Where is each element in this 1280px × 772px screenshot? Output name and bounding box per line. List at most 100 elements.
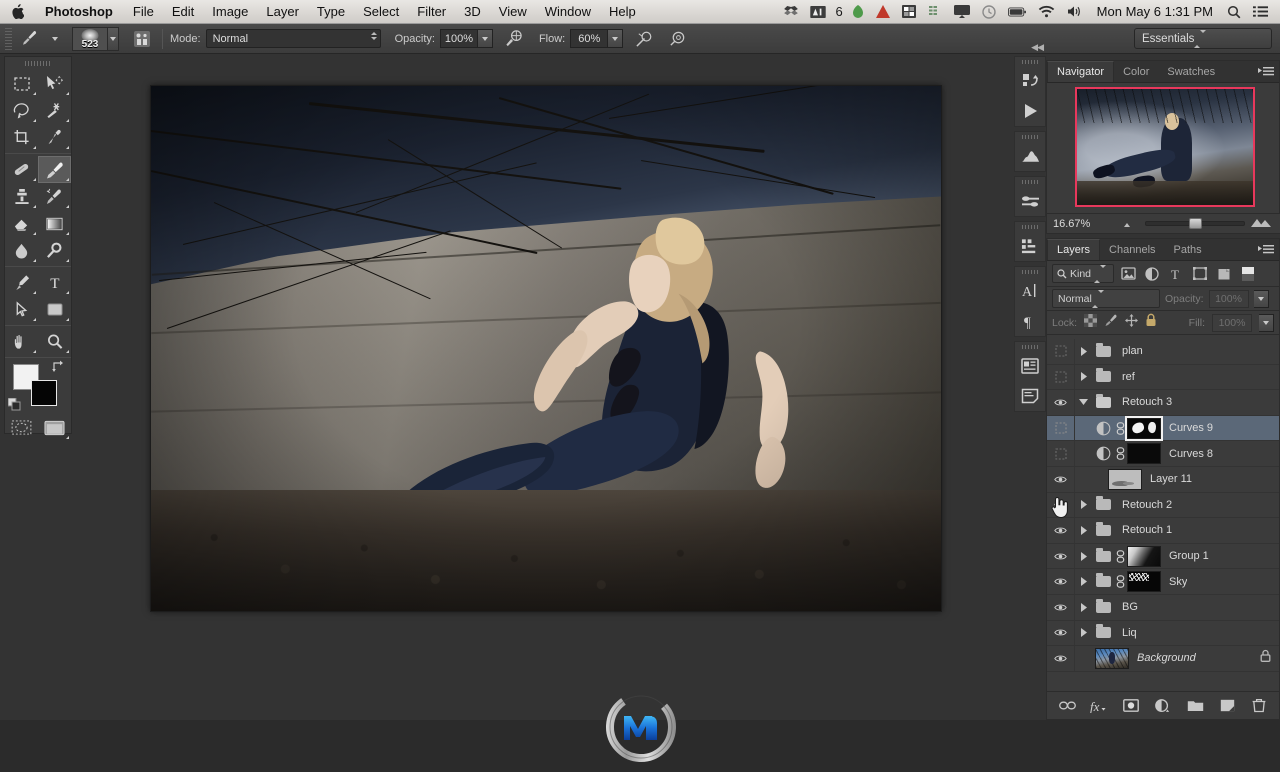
lasso-tool[interactable] — [5, 97, 38, 124]
layer-row-liq[interactable]: Liq — [1047, 620, 1279, 647]
filter-pixel-icon[interactable] — [1118, 264, 1138, 283]
dock-grip[interactable] — [1015, 132, 1045, 141]
layer-mask-link-icon[interactable] — [1114, 421, 1127, 435]
layer-row-bg[interactable]: BG — [1047, 594, 1279, 621]
group-mask-thumbnail[interactable] — [1127, 571, 1161, 593]
dock-grip[interactable] — [1015, 267, 1045, 276]
swap-colors-icon[interactable] — [52, 360, 65, 375]
background-color-swatch[interactable] — [31, 380, 57, 406]
filter-adjustment-icon[interactable] — [1142, 264, 1162, 283]
brush-preset-swatch[interactable]: 523 — [72, 26, 108, 51]
eraser-tool[interactable] — [5, 210, 38, 237]
zoom-in-icon[interactable] — [1249, 215, 1273, 233]
menu-layer[interactable]: Layer — [257, 0, 308, 24]
menu-view[interactable]: View — [490, 0, 536, 24]
delete-layer-icon[interactable] — [1250, 697, 1268, 715]
equalizer-icon[interactable] — [922, 0, 948, 24]
history-brush-tool[interactable] — [38, 183, 71, 210]
group-expand-arrow[interactable] — [1075, 372, 1092, 382]
workspace-select[interactable]: Essentials — [1134, 28, 1272, 49]
toggle-brush-panel-icon[interactable] — [129, 28, 155, 50]
adjustment-layer-icon[interactable] — [1154, 697, 1172, 715]
menu-filter[interactable]: Filter — [408, 0, 455, 24]
layer-opacity-dropdown[interactable] — [1253, 289, 1269, 308]
group-expand-arrow[interactable] — [1075, 577, 1092, 587]
layer-visibility-toggle[interactable] — [1047, 620, 1075, 646]
add-mask-icon[interactable] — [1122, 697, 1140, 715]
navigator-zoom-value[interactable]: 16.67% — [1047, 218, 1109, 230]
layer-name[interactable]: Liq — [1114, 627, 1137, 639]
healing-brush-tool[interactable] — [5, 156, 38, 183]
layer-fill-dropdown[interactable] — [1259, 313, 1274, 332]
menu-clock[interactable]: Mon May 6 1:31 PM — [1089, 4, 1221, 19]
layer-visibility-toggle[interactable] — [1047, 364, 1075, 390]
layer-row-curves-8[interactable]: Curves 8 — [1047, 441, 1279, 467]
layer-kind-filter[interactable]: Kind — [1052, 264, 1114, 283]
layer-visibility-toggle[interactable] — [1047, 569, 1075, 594]
navigator-panel-menu-icon[interactable] — [1258, 66, 1274, 77]
layer-name[interactable]: ref — [1114, 371, 1135, 383]
menu-file[interactable]: File — [124, 0, 163, 24]
actions-icon[interactable] — [1015, 96, 1045, 126]
styles-icon[interactable] — [1015, 231, 1045, 261]
group-mask-thumbnail[interactable] — [1127, 545, 1161, 567]
layer-visibility-toggle[interactable] — [1047, 646, 1075, 671]
filter-smartobject-icon[interactable] — [1214, 264, 1234, 283]
layer-mask-link-icon[interactable] — [1114, 549, 1127, 563]
layer-name[interactable]: Background — [1129, 652, 1196, 664]
layer-row-curves-9[interactable]: Curves 9 — [1047, 415, 1279, 442]
gradient-tool[interactable] — [38, 210, 71, 237]
path-selection-tool[interactable] — [5, 296, 38, 323]
notes-icon[interactable] — [1015, 351, 1045, 381]
tab-layers[interactable]: Layers — [1047, 239, 1101, 260]
type-tool[interactable]: T — [38, 269, 71, 296]
lock-position-icon[interactable] — [1125, 313, 1139, 332]
layer-mask-thumbnail[interactable] — [1125, 415, 1163, 441]
layer-name[interactable]: BG — [1114, 601, 1138, 613]
filter-toggle-icon[interactable] — [1238, 264, 1258, 283]
brush-preset-chevron[interactable] — [42, 28, 68, 50]
navigator-zoom-slider[interactable] — [1109, 214, 1280, 234]
document-canvas[interactable] — [150, 85, 942, 612]
layer-row-retouch-3[interactable]: Retouch 3 — [1047, 390, 1279, 416]
blend-mode-select[interactable]: Normal — [205, 29, 381, 48]
pen-tool[interactable] — [5, 269, 38, 296]
opacity-value[interactable]: 100% — [439, 29, 478, 48]
group-expand-arrow[interactable] — [1075, 551, 1092, 561]
layer-visibility-toggle[interactable] — [1047, 594, 1075, 620]
grid-icon[interactable] — [896, 0, 922, 24]
group-collapse-arrow[interactable] — [1075, 398, 1092, 406]
navigator-slider-knob[interactable] — [1189, 218, 1202, 229]
layer-name[interactable]: Group 1 — [1161, 550, 1209, 562]
search-icon[interactable] — [1221, 0, 1247, 24]
dodge-tool[interactable] — [38, 237, 71, 264]
tab-channels[interactable]: Channels — [1100, 239, 1164, 260]
toolbox-grip[interactable] — [5, 57, 71, 70]
blur-tool[interactable] — [5, 237, 38, 264]
volume-icon[interactable] — [1061, 0, 1089, 24]
layer-opacity-value[interactable]: 100% — [1208, 289, 1249, 308]
eyedropper-tool[interactable] — [38, 124, 71, 151]
brush-preset-dropdown[interactable] — [108, 26, 119, 51]
layer-name[interactable]: Sky — [1161, 576, 1187, 588]
adjustment-layer-curves-icon[interactable] — [1092, 421, 1114, 436]
navigator-thumbnail[interactable] — [1075, 87, 1255, 207]
opacity-slider-dropdown[interactable] — [477, 29, 493, 48]
magic-wand-tool[interactable] — [38, 97, 71, 124]
layer-mask-link-icon[interactable] — [1114, 447, 1127, 460]
dropbox-icon[interactable] — [778, 0, 804, 24]
quick-mask-icon[interactable] — [5, 414, 38, 441]
layer-visibility-toggle[interactable] — [1047, 492, 1075, 518]
zoom-out-icon[interactable] — [1119, 215, 1135, 233]
layer-row-group-1[interactable]: Group 1 — [1047, 543, 1279, 570]
layer-name[interactable]: Layer 11 — [1142, 473, 1192, 485]
group-expand-arrow[interactable] — [1075, 500, 1092, 510]
layer-mask-thumbnail[interactable] — [1127, 443, 1161, 465]
wifi-icon[interactable] — [1032, 0, 1061, 24]
filter-type-icon[interactable]: T — [1166, 264, 1186, 283]
layer-style-fx-icon[interactable]: fx — [1090, 697, 1108, 715]
menu-image[interactable]: Image — [203, 0, 257, 24]
apple-logo-icon[interactable] — [0, 4, 34, 19]
marquee-tool[interactable] — [5, 70, 38, 97]
flow-value[interactable]: 60% — [570, 29, 609, 48]
